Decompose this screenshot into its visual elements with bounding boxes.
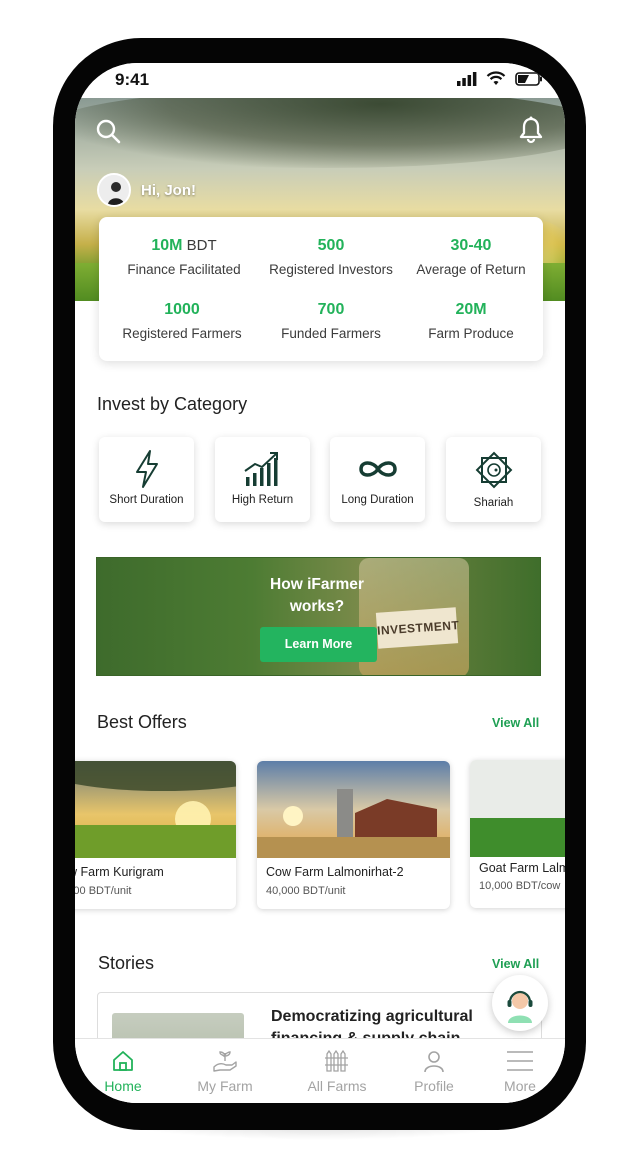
learn-more-button[interactable]: Learn More bbox=[260, 627, 377, 662]
home-icon bbox=[78, 1049, 168, 1073]
offer-card[interactable]: Goat Farm Lalmonirhat 10,000 BDT/cow bbox=[470, 760, 565, 908]
status-bar: 9:41 bbox=[75, 63, 565, 98]
stat-label: Average of Return bbox=[416, 262, 526, 277]
banner-title: How iFarmer works? bbox=[270, 576, 364, 615]
stat-label: Funded Farmers bbox=[281, 326, 381, 341]
stat-value: 10M bbox=[151, 237, 183, 254]
category-label: Long Duration bbox=[341, 494, 414, 506]
app-screen: 9:41 Hi, Jon! 10M BDT Finance Facilitate… bbox=[75, 63, 565, 1103]
category-long-duration[interactable]: Long Duration bbox=[330, 437, 425, 522]
notification-bell-icon[interactable] bbox=[518, 116, 544, 149]
stat-label: Registered Farmers bbox=[122, 326, 242, 341]
category-short-duration[interactable]: Short Duration bbox=[99, 437, 194, 522]
user-greeting: Hi, Jon! bbox=[97, 173, 196, 207]
offer-image bbox=[257, 761, 450, 858]
stat-value: 20M bbox=[455, 301, 487, 318]
stat-farm-produce: 20M Farm Produce bbox=[396, 301, 546, 341]
category-label: High Return bbox=[231, 494, 294, 506]
nav-label: More bbox=[504, 1078, 536, 1094]
offer-name: Cow Farm Kurigram bbox=[75, 865, 164, 879]
battery-icon bbox=[515, 71, 542, 86]
offer-name: Cow Farm Lalmonirhat-2 bbox=[266, 865, 404, 879]
category-label: Short Duration bbox=[109, 494, 184, 506]
nav-item-more[interactable]: More bbox=[475, 1049, 565, 1094]
stat-registered-farmers: 1000 Registered Farmers bbox=[107, 301, 257, 341]
nav-item-profile[interactable]: Profile bbox=[389, 1049, 479, 1094]
wifi-icon bbox=[486, 71, 506, 85]
offers-view-all-link[interactable]: View All bbox=[492, 716, 539, 730]
stat-average-return: 30-40 Average of Return bbox=[396, 237, 546, 277]
stat-registered-investors: 500 Registered Investors bbox=[256, 237, 406, 277]
nav-label: My Farm bbox=[197, 1078, 253, 1094]
stat-label: Finance Facilitated bbox=[127, 262, 241, 277]
status-icons bbox=[457, 71, 543, 86]
hero-tree-canopy bbox=[75, 98, 565, 168]
nav-label: Home bbox=[104, 1078, 142, 1094]
islamic-star-icon bbox=[446, 449, 541, 489]
status-time: 9:41 bbox=[115, 70, 150, 89]
offer-price: 10,000 BDT/cow bbox=[479, 880, 561, 892]
categories-title: Invest by Category bbox=[97, 394, 248, 414]
offer-card[interactable]: Cow Farm Kurigram 40,000 BDT/unit bbox=[75, 761, 236, 909]
infinity-icon bbox=[330, 449, 425, 489]
jar-label: INVESTMENT bbox=[375, 607, 460, 649]
category-label: Shariah bbox=[473, 497, 514, 509]
stories-title: Stories bbox=[98, 953, 155, 973]
plant-hand-icon bbox=[180, 1049, 270, 1073]
offers-title: Best Offers bbox=[97, 712, 187, 732]
menu-icon bbox=[475, 1049, 565, 1073]
avatar[interactable] bbox=[97, 173, 131, 207]
offer-image bbox=[75, 761, 236, 858]
offer-price: 40,000 BDT/unit bbox=[266, 885, 346, 897]
stat-funded-farmers: 700 Funded Farmers bbox=[256, 301, 406, 341]
stat-value: 700 bbox=[317, 301, 345, 318]
stat-value: 500 bbox=[317, 237, 345, 254]
offer-price: 40,000 BDT/unit bbox=[75, 885, 132, 897]
stat-label: Farm Produce bbox=[428, 326, 514, 341]
growth-chart-icon bbox=[215, 449, 310, 489]
how-it-works-banner: INVESTMENT How iFarmer works? Learn More bbox=[96, 557, 541, 676]
fence-icon bbox=[292, 1049, 382, 1073]
lightning-icon bbox=[99, 449, 194, 489]
bottom-nav: Home My Farm All Farms Profile More bbox=[75, 1038, 565, 1103]
nav-item-all-farms[interactable]: All Farms bbox=[292, 1049, 382, 1094]
offer-card[interactable]: Cow Farm Lalmonirhat-2 40,000 BDT/unit bbox=[257, 761, 450, 909]
stat-unit: BDT bbox=[182, 237, 217, 254]
support-agent-icon bbox=[507, 990, 533, 1023]
stories-view-all-link[interactable]: View All bbox=[492, 957, 539, 971]
stats-card: 10M BDT Finance Facilitated 500 Register… bbox=[99, 217, 543, 361]
stat-label: Registered Investors bbox=[269, 262, 393, 277]
stat-value: 30-40 bbox=[450, 237, 492, 254]
support-chat-button[interactable] bbox=[492, 975, 548, 1031]
greeting-text: Hi, Jon! bbox=[141, 181, 196, 199]
stat-finance-facilitated: 10M BDT Finance Facilitated bbox=[109, 237, 259, 277]
category-shariah[interactable]: Shariah bbox=[446, 437, 541, 522]
offer-name: Goat Farm Lalmonirhat bbox=[479, 861, 565, 875]
cellular-signal-icon bbox=[457, 71, 477, 86]
nav-label: All Farms bbox=[307, 1078, 367, 1094]
nav-item-home[interactable]: Home bbox=[78, 1049, 168, 1094]
user-icon bbox=[389, 1049, 479, 1073]
nav-item-my-farm[interactable]: My Farm bbox=[180, 1049, 270, 1094]
search-icon[interactable] bbox=[95, 118, 121, 149]
stat-value: 1000 bbox=[164, 301, 200, 318]
category-high-return[interactable]: High Return bbox=[215, 437, 310, 522]
nav-label: Profile bbox=[414, 1078, 454, 1094]
offer-image bbox=[470, 760, 565, 857]
